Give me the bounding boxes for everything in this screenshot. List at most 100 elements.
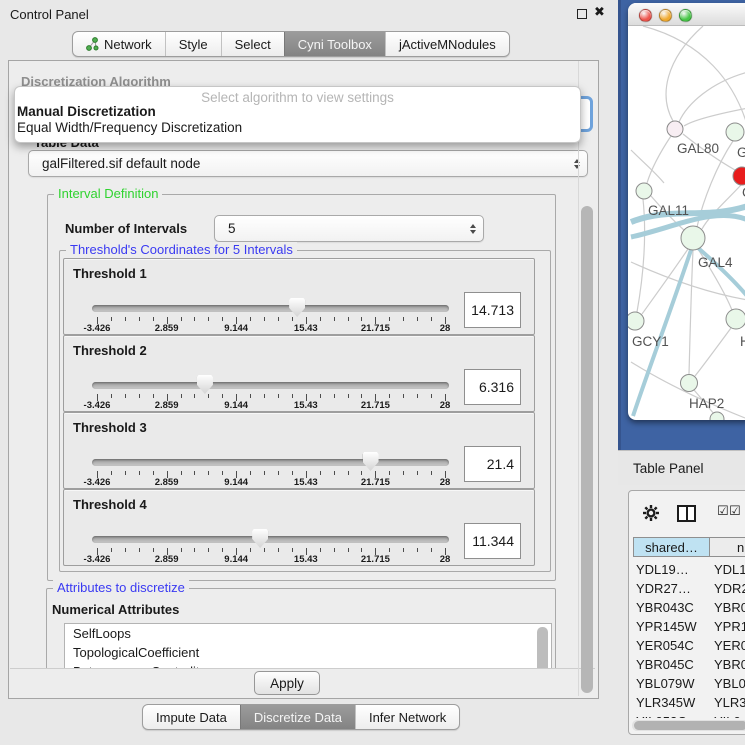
cell-shared-name[interactable]: YIL052C (633, 714, 710, 718)
table-row[interactable]: YBR043CYBR0 (633, 598, 745, 617)
column-header-name[interactable]: n (709, 537, 745, 557)
slider-thumb[interactable] (289, 298, 305, 317)
threshold-value-field[interactable]: 21.4 (464, 446, 521, 482)
numerical-attributes-label: Numerical Attributes (52, 602, 179, 617)
cell-name[interactable]: YPR1 (710, 619, 745, 634)
viewport-divider (10, 668, 595, 669)
slider-tick (194, 471, 195, 475)
slider-tick (125, 548, 126, 552)
slider-track[interactable] (92, 305, 449, 312)
slider-thumb[interactable] (363, 452, 379, 471)
network-node-gal80[interactable] (667, 121, 683, 137)
network-node-gcy1[interactable] (628, 312, 644, 330)
table-row[interactable]: YBL079WYBL0 (633, 674, 745, 693)
control-panel-title: Control Panel (10, 7, 89, 22)
cell-name[interactable]: YDR2 (710, 581, 745, 596)
network-node-hap2[interactable] (681, 375, 698, 392)
cell-shared-name[interactable]: YPR145W (633, 619, 710, 634)
threshold-label: Threshold 3 (73, 420, 147, 435)
slider-tick (361, 317, 362, 321)
cell-name[interactable]: YBR0 (710, 600, 745, 615)
network-node-h[interactable] (726, 309, 745, 329)
slider-tick (111, 394, 112, 398)
apply-button[interactable]: Apply (254, 671, 320, 695)
cell-shared-name[interactable]: YBL079W (633, 676, 710, 691)
slider-tick (292, 471, 293, 475)
column-header-shared-name[interactable]: shared… (633, 537, 710, 557)
table-row[interactable]: YIL052CYIL0 (633, 712, 745, 718)
network-edge (695, 328, 731, 376)
network-node-label: HAP2 (689, 396, 724, 411)
number-of-intervals-combobox[interactable]: 5 (214, 215, 484, 242)
table-row[interactable]: YPR145WYPR1 (633, 617, 745, 636)
table-row[interactable]: YER054CYER0 (633, 636, 745, 655)
network-node[interactable] (636, 183, 652, 199)
close-light[interactable] (639, 9, 652, 22)
table-row[interactable]: YBR045CYBR0 (633, 655, 745, 674)
attribute-item-topologicalcoefficient[interactable]: TopologicalCoefficient (65, 643, 551, 662)
checkbox-icon[interactable]: ☑ (729, 504, 741, 519)
slider-thumb[interactable] (252, 529, 268, 548)
slider-tick (361, 471, 362, 475)
slider-tick (194, 394, 195, 398)
tab-impute-data[interactable]: Impute Data (143, 705, 240, 729)
cell-name[interactable]: YIL0 (710, 714, 741, 718)
table-row[interactable]: YDL19…YDL1 (633, 560, 745, 579)
algorithm-option-equal-width-frequency-discretization[interactable]: Equal Width/Frequency Discretization (17, 120, 242, 135)
minimize-light[interactable] (659, 9, 672, 22)
cell-shared-name[interactable]: YER054C (633, 638, 710, 653)
settings-gear-icon[interactable] (642, 504, 660, 522)
horizontal-scrollbar[interactable] (634, 721, 745, 730)
cell-shared-name[interactable]: YBR045C (633, 657, 710, 672)
slider-tick (348, 394, 349, 398)
cell-shared-name[interactable]: YDR27… (633, 581, 710, 596)
slider-track[interactable] (92, 459, 449, 466)
vertical-scrollbar[interactable] (581, 206, 593, 693)
tab-network[interactable]: Network (73, 32, 165, 56)
threshold-value-field[interactable]: 6.316 (464, 369, 521, 405)
table-data-combobox[interactable]: galFiltered.sif default node (28, 150, 588, 177)
table-panel-titlebar: Table Panel (618, 450, 745, 485)
checkbox-icon[interactable]: ☑ (717, 504, 729, 519)
threshold-value-field[interactable]: 11.344 (464, 523, 521, 559)
slider-tick (181, 394, 182, 398)
cell-name[interactable]: YDL1 (710, 562, 745, 577)
slider-tick (320, 317, 321, 321)
tab-infer-network[interactable]: Infer Network (355, 705, 459, 729)
tab-jactivemnodules[interactable]: jActiveMNodules (385, 32, 509, 56)
slider-tick (111, 471, 112, 475)
float-window-icon[interactable] (577, 9, 587, 19)
cell-name[interactable]: YLR3 (710, 695, 745, 710)
table-row[interactable]: YDR27…YDR2 (633, 579, 745, 598)
network-node[interactable] (726, 123, 744, 141)
zoom-light[interactable] (679, 9, 692, 22)
algorithm-dropdown-popup: Select algorithm to view settings Manual… (14, 86, 581, 143)
cell-name[interactable]: YBR0 (710, 657, 745, 672)
network-node[interactable] (710, 412, 724, 420)
cell-shared-name[interactable]: YLR345W (633, 695, 710, 710)
tab-discretize-data[interactable]: Discretize Data (240, 705, 355, 729)
split-columns-icon[interactable] (677, 505, 696, 522)
tab-select[interactable]: Select (221, 32, 284, 56)
tab-style[interactable]: Style (165, 32, 221, 56)
network-canvas[interactable]: GAL80GGAL11CGAL4GCY1HHAP2 (628, 26, 745, 420)
cell-name[interactable]: YBL0 (710, 676, 745, 691)
slider-thumb[interactable] (197, 375, 213, 394)
network-node-gal4[interactable] (681, 226, 705, 250)
numerical-attributes-list[interactable]: SelfLoopsTopologicalCoefficientBetweenne… (64, 623, 552, 669)
list-scrollbar[interactable] (537, 627, 548, 669)
cell-name[interactable]: YER0 (710, 638, 745, 653)
table-row[interactable]: YLR345WYLR3 (633, 693, 745, 712)
close-icon[interactable]: ✖ (594, 5, 605, 20)
node-table[interactable]: YDL19…YDL1YDR27…YDR2YBR043CYBR0YPR145WYP… (633, 560, 745, 718)
threshold-value-field[interactable]: 14.713 (464, 292, 521, 328)
attribute-item-selfloops[interactable]: SelfLoops (65, 624, 551, 643)
algorithm-option-manual-discretization[interactable]: Manual Discretization (17, 104, 156, 119)
tab-cyni-toolbox[interactable]: Cyni Toolbox (284, 32, 385, 56)
slider-tick (278, 548, 279, 552)
cell-shared-name[interactable]: YDL19… (633, 562, 710, 577)
cell-shared-name[interactable]: YBR043C (633, 600, 710, 615)
slider-track[interactable] (92, 382, 449, 389)
network-view-titlebar[interactable] (628, 3, 745, 26)
slider-track[interactable] (92, 536, 449, 543)
